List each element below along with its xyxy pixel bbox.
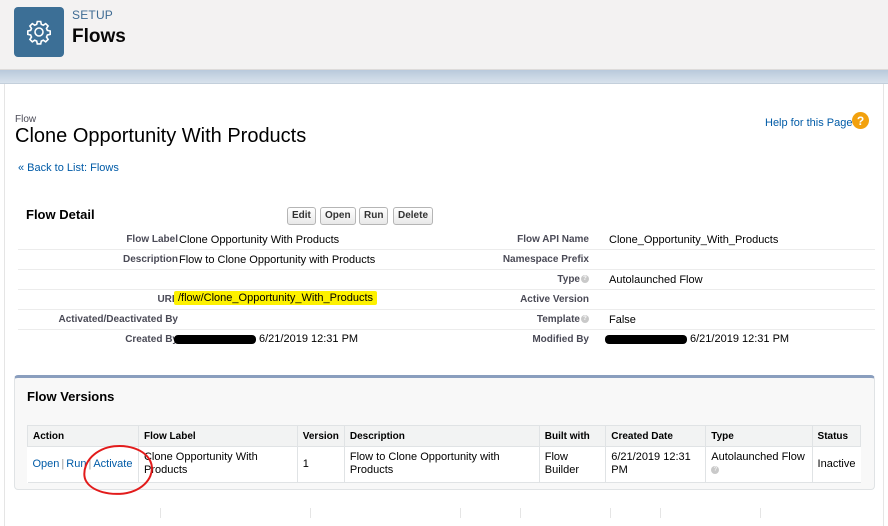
flow-detail-title: Flow Detail (26, 207, 95, 222)
open-button[interactable]: Open (320, 207, 356, 225)
setup-header: SETUP Flows (0, 0, 888, 70)
description-label: Description (122, 254, 178, 265)
gear-icon (14, 7, 64, 57)
template-label: Template (536, 314, 580, 325)
flow-label-label: Flow Label (126, 234, 178, 245)
activate-version-link[interactable]: Activate (93, 458, 132, 470)
back-to-list-link[interactable]: « Back to List: Flows (18, 162, 119, 174)
header-band (0, 70, 888, 84)
column-header: Created Date (605, 425, 707, 447)
created-date-cell: 6/21/2019 12:31 PM (605, 446, 707, 483)
description-value: Flow to Clone Opportunity with Products (179, 254, 376, 266)
info-icon[interactable]: ? (711, 466, 720, 475)
namespace-prefix-label: Namespace Prefix (502, 254, 589, 265)
activated-by-label: Activated/Deactivated By (58, 314, 179, 325)
column-header: Status (811, 425, 862, 447)
status-cell: Inactive (812, 446, 861, 483)
version-cell: 1 (297, 446, 345, 483)
column-header: Built with (538, 425, 607, 447)
active-version-label: Active Version (520, 294, 589, 305)
column-header: Flow Label (137, 425, 298, 447)
table-header-row: Action Flow Label Version Description Bu… (27, 425, 862, 447)
footer-divider (0, 508, 888, 526)
column-header: Action (27, 425, 139, 447)
flow-api-name-value: Clone_Opportunity_With_Products (609, 234, 779, 246)
setup-title: Flows (72, 26, 126, 47)
detail-row: URL /flow/Clone_Opportunity_With_Product… (18, 290, 875, 310)
type-label: Type (557, 274, 580, 285)
help-link[interactable]: Help for this Page (765, 117, 852, 129)
open-version-link[interactable]: Open (33, 458, 60, 470)
table-row: Open | Run | Activate Clone Opportunity With… (27, 446, 861, 483)
run-version-link[interactable]: Run (66, 458, 86, 470)
flow-versions-panel: Flow Versions Action Flow Label Version … (14, 375, 875, 490)
object-type-label: Flow (15, 114, 37, 125)
flow-label-cell: Clone Opportunity With Products (138, 446, 298, 483)
type-value: Autolaunched Flow (609, 274, 703, 286)
modified-by-value-group: 6/21/2019 12:31 PM (605, 333, 789, 345)
run-button[interactable]: Run (359, 207, 389, 225)
column-header: Type (705, 425, 813, 447)
action-cell: Open | Run | Activate (27, 446, 139, 483)
created-by-value-group: 6/21/2019 12:31 PM (174, 333, 358, 345)
type-cell-group: Autolaunched Flow? (705, 446, 813, 483)
flow-versions-table: Action Flow Label Version Description Bu… (27, 425, 862, 483)
redacted-user (174, 334, 256, 344)
modified-by-label: Modified By (532, 334, 589, 345)
redacted-user (605, 334, 687, 344)
built-with-cell: Flow Builder (539, 446, 607, 483)
help-icon[interactable]: ? (852, 112, 869, 129)
detail-row: Activated/Deactivated By Template? False (18, 310, 875, 330)
flow-versions-title: Flow Versions (27, 389, 115, 404)
modified-by-value: 6/21/2019 12:31 PM (690, 333, 790, 345)
page-title: Clone Opportunity With Products (15, 125, 307, 147)
info-icon[interactable]: ? (581, 315, 589, 324)
delete-button[interactable]: Delete (393, 207, 434, 225)
flow-label-value: Clone Opportunity With Products (179, 234, 340, 246)
detail-row: Description Flow to Clone Opportunity wi… (18, 250, 875, 270)
detail-row: Flow Label Clone Opportunity With Produc… (18, 230, 875, 250)
created-by-value: 6/21/2019 12:31 PM (259, 333, 359, 345)
info-icon[interactable]: ? (581, 275, 589, 284)
url-value[interactable]: /flow/Clone_Opportunity_With_Products (174, 291, 378, 305)
created-by-label: Created By (125, 334, 178, 345)
type-cell: Autolaunched Flow (711, 451, 805, 463)
template-value: False (609, 314, 636, 326)
type-label-group: Type? (557, 274, 589, 285)
description-cell: Flow to Clone Opportunity with Products (344, 446, 540, 483)
setup-eyebrow: SETUP (72, 8, 114, 22)
template-label-group: Template? (537, 314, 589, 325)
detail-row: Created By 6/21/2019 12:31 PM Modified B… (18, 330, 875, 350)
detail-row: Type? Autolaunched Flow (18, 270, 875, 290)
column-header: Description (343, 425, 540, 447)
edit-button[interactable]: Edit (287, 207, 316, 225)
column-header: Version (296, 425, 345, 447)
flow-api-name-label: Flow API Name (517, 234, 589, 245)
